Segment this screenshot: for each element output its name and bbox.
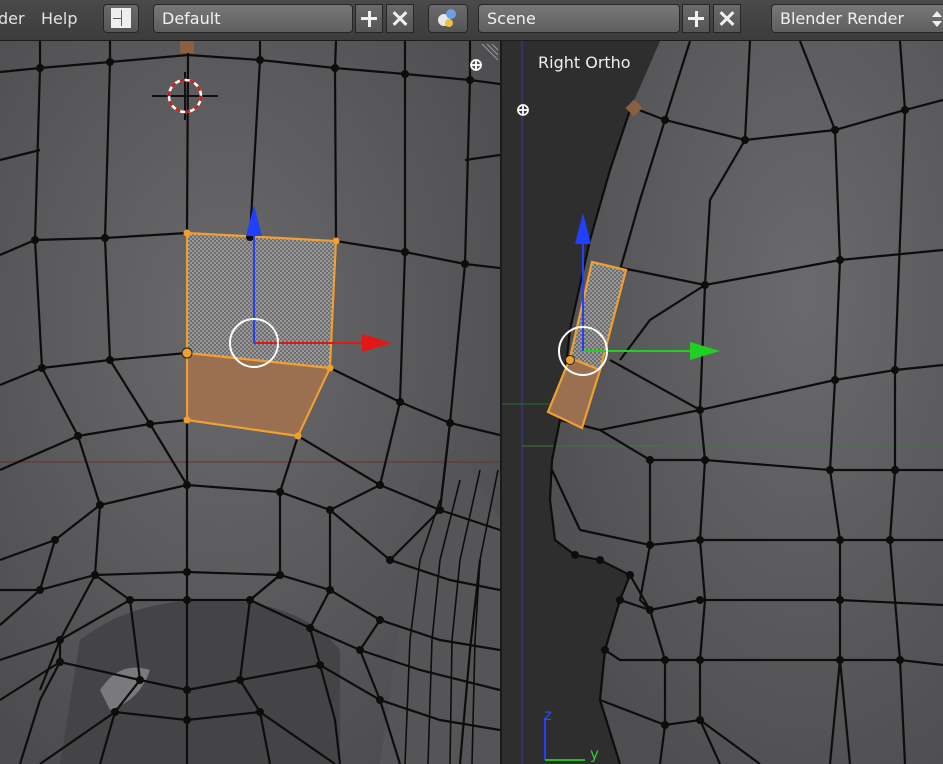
view-name-label: Right Ortho — [538, 53, 631, 72]
screen-layout-icon-button[interactable] — [103, 4, 139, 33]
layout-grid-icon — [111, 8, 131, 28]
scene-field[interactable]: Scene — [478, 4, 680, 33]
axis-label-z: z — [544, 706, 552, 724]
render-engine-dropdown[interactable]: Blender Render — [771, 4, 943, 33]
delete-scene-button[interactable] — [713, 4, 741, 33]
scene-icon — [438, 9, 456, 27]
screen-layout-field[interactable]: Default — [153, 4, 353, 33]
add-screen-button[interactable] — [355, 4, 383, 33]
screen-layout-value: Default — [162, 9, 221, 28]
dropdown-arrows-icon — [932, 11, 942, 27]
scene-icon-button[interactable] — [428, 4, 468, 33]
active-vertex-profile — [565, 355, 575, 365]
scene-value: Scene — [487, 9, 536, 28]
info-header: der Help Default Scene Blender Render — [0, 0, 943, 41]
left-viewport-canvas — [0, 41, 500, 764]
axis-label-y: y — [590, 745, 599, 763]
right-viewport-canvas: z y — [502, 41, 943, 764]
delete-screen-button[interactable] — [386, 4, 414, 33]
add-scene-button[interactable] — [682, 4, 710, 33]
lamp-icon[interactable] — [470, 59, 482, 71]
active-vertex — [181, 347, 193, 359]
view-cursor-icon[interactable] — [517, 104, 529, 116]
right-3d-viewport[interactable]: z y Right Ortho — [502, 41, 943, 764]
render-engine-value: Blender Render — [780, 9, 905, 28]
left-3d-viewport[interactable] — [0, 41, 500, 764]
menu-render[interactable]: der — [0, 9, 25, 28]
menu-help[interactable]: Help — [41, 9, 77, 28]
selected-face-top[interactable] — [185, 231, 338, 370]
vertex-marker — [180, 41, 194, 53]
